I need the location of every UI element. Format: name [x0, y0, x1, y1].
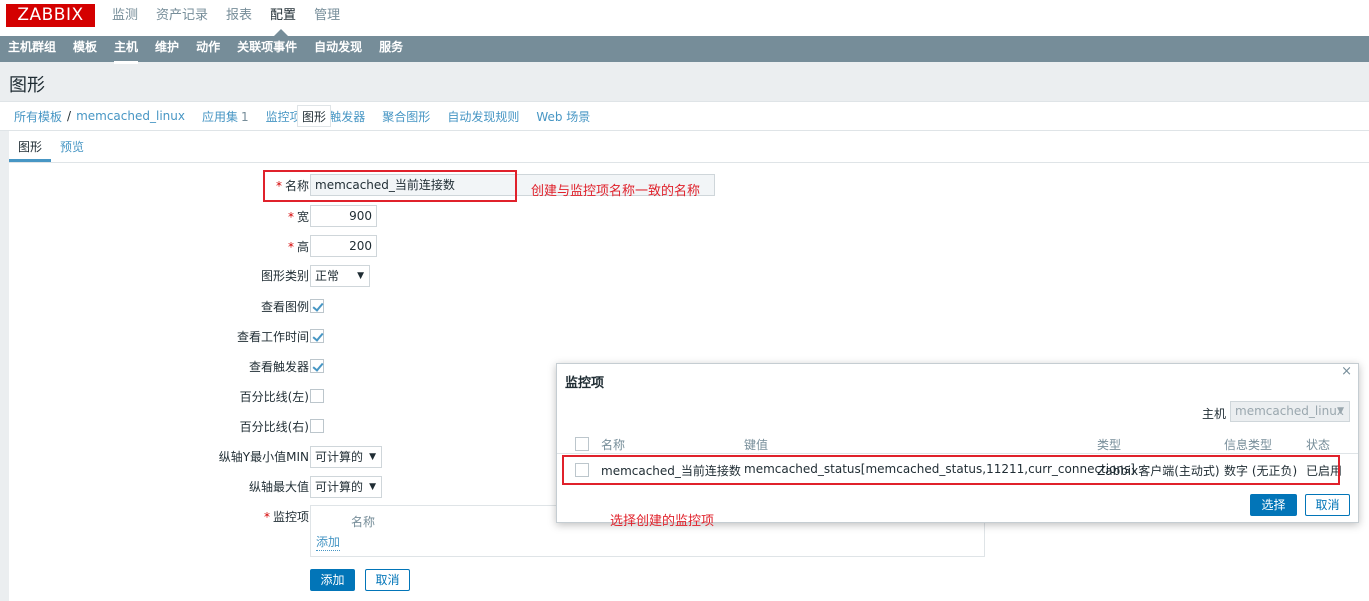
breadcrumb-triggers[interactable]: 触发器	[329, 108, 365, 125]
chevron-down-icon: ▼	[357, 271, 364, 281]
main-menu: 监测 资产记录 报表 配置 管理	[112, 0, 358, 36]
cancel-button[interactable]: 取消	[365, 569, 410, 591]
show-legend-label: 查看图例	[260, 300, 309, 314]
add-item-link[interactable]: 添加	[316, 533, 341, 551]
breadcrumb-template[interactable]: memcached_linux	[76, 109, 185, 123]
header-info-type: 信息类型	[1224, 438, 1273, 452]
breadcrumb: 所有模板 / memcached_linux 应用集1 监控项1 触发器 图形 …	[0, 101, 1369, 131]
chevron-down-icon: ▼	[369, 482, 376, 492]
main-menu-monitoring[interactable]: 监测	[112, 0, 147, 36]
zabbix-logo[interactable]: ZABBIX	[6, 4, 95, 27]
header-type: 类型	[1097, 438, 1122, 452]
popup-title: 监控项	[565, 376, 605, 391]
name-annotation: 创建与监控项名称一致的名称	[531, 184, 701, 199]
main-menu-reports[interactable]: 报表	[226, 0, 261, 36]
sub-menu-event-correlation[interactable]: 关联项事件	[237, 36, 297, 62]
sub-menu-maintenance[interactable]: 维护	[155, 36, 179, 62]
show-triggers-checkbox[interactable]	[310, 359, 324, 373]
sub-menu-actions[interactable]: 动作	[196, 36, 220, 62]
tab-graph[interactable]: 图形	[8, 138, 52, 162]
graph-type-select[interactable]: 正常 ▼	[310, 265, 370, 287]
items-popup: 监控项 × 主机 memcached_linux ▼ 名称 键值 类型 信息类型 …	[556, 363, 1359, 523]
main-menu-administration[interactable]: 管理	[314, 0, 349, 36]
host-select[interactable]: memcached_linux ▼	[1230, 401, 1350, 422]
show-legend-checkbox[interactable]	[310, 299, 324, 313]
breadcrumb-screens[interactable]: 聚合图形	[382, 108, 430, 125]
breadcrumb-web-scenarios[interactable]: Web 场景	[536, 108, 590, 125]
header-key: 键值	[744, 438, 769, 452]
form-tabs: 图形 预览	[8, 131, 1369, 163]
add-button[interactable]: 添加	[310, 569, 355, 591]
breadcrumb-graphs[interactable]: 图形	[297, 105, 332, 127]
page-title: 图形	[9, 75, 45, 96]
close-icon[interactable]: ×	[1341, 364, 1352, 379]
header-status: 状态	[1306, 438, 1331, 452]
applications-count: 1	[240, 109, 249, 124]
main-menu-configuration[interactable]: 配置	[270, 0, 305, 36]
percent-left-label: 百分比线(左)	[239, 390, 309, 404]
tab-preview[interactable]: 预览	[60, 138, 84, 155]
graph-type-label: 图形类别	[260, 269, 309, 283]
sub-menu-templates[interactable]: 模板	[73, 36, 97, 62]
sub-menu: 主机群组 模板 主机 维护 动作 关联项事件 自动发现 服务	[0, 36, 1369, 64]
percent-right-checkbox[interactable]	[310, 419, 324, 433]
show-worktime-checkbox[interactable]	[310, 329, 324, 343]
sub-menu-discovery[interactable]: 自动发现	[314, 36, 362, 62]
ymax-select[interactable]: 可计算的 ▼	[310, 476, 382, 498]
sub-menu-services[interactable]: 服务	[379, 36, 403, 62]
host-label: 主机	[1202, 407, 1227, 421]
percent-left-checkbox[interactable]	[310, 389, 324, 403]
top-bar: ZABBIX 监测 资产记录 报表 配置 管理	[0, 0, 1369, 36]
item-annotation: 选择创建的监控项	[610, 514, 715, 529]
item-highlight-box	[562, 455, 1340, 485]
height-label: * 高	[287, 240, 309, 254]
sub-menu-host-groups[interactable]: 主机群组	[8, 36, 56, 62]
sub-menu-hosts[interactable]: 主机	[114, 36, 139, 64]
popup-cancel-button[interactable]: 取消	[1305, 494, 1350, 516]
ymin-select[interactable]: 可计算的 ▼	[310, 446, 382, 468]
percent-right-label: 百分比线(右)	[239, 420, 309, 434]
items-label: * 监控项	[263, 510, 309, 524]
breadcrumb-applications[interactable]: 应用集 1	[202, 108, 249, 125]
main-menu-inventory[interactable]: 资产记录	[156, 0, 217, 36]
breadcrumb-discovery-rules[interactable]: 自动发现规则	[447, 108, 519, 125]
ymin-label: 纵轴Y最小值MIN	[218, 450, 309, 464]
width-input[interactable]: 900	[310, 205, 377, 227]
breadcrumb-all-templates[interactable]: 所有模板	[14, 108, 62, 125]
header-name: 名称	[601, 438, 626, 452]
select-button[interactable]: 选择	[1250, 494, 1297, 516]
show-triggers-label: 查看触发器	[248, 360, 309, 374]
ymax-label: 纵轴最大值	[248, 480, 309, 494]
height-input[interactable]: 200	[310, 235, 377, 257]
chevron-down-icon: ▼	[369, 452, 376, 462]
name-highlight-box	[263, 170, 517, 202]
select-all-checkbox[interactable]	[575, 437, 589, 451]
items-column-name: 名称	[351, 515, 376, 529]
show-worktime-label: 查看工作时间	[236, 330, 309, 344]
width-label: * 宽	[287, 210, 309, 224]
popup-table-header: 名称 键值 类型 信息类型 状态	[557, 434, 1358, 454]
chevron-down-icon: ▼	[1337, 406, 1344, 416]
breadcrumb-separator: /	[67, 109, 72, 123]
